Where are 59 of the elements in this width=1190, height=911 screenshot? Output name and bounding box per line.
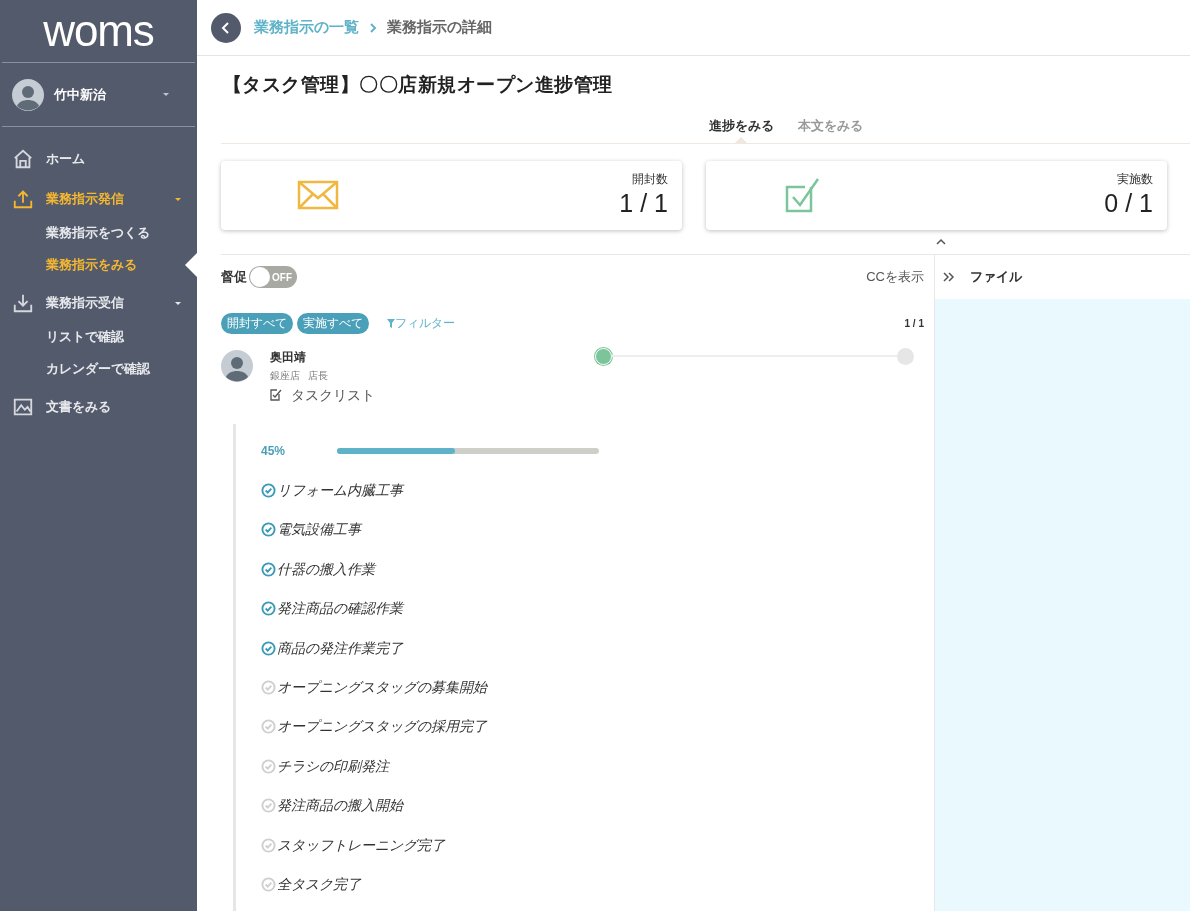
caret-icon (175, 301, 181, 305)
count: 1 / 1 (904, 316, 924, 331)
download-icon (12, 292, 34, 314)
caret-icon[interactable] (163, 93, 169, 96)
role-name: 店長 (308, 368, 328, 383)
tab[interactable]: 進捗をみる (696, 109, 786, 143)
tasklist-label: タスクリスト (291, 385, 375, 405)
task-label: リフォーム内臓工事 (277, 481, 403, 500)
task-label: オープニングスタッグの採用完了 (277, 717, 487, 737)
task-label: チラシの印刷発注 (277, 756, 389, 776)
nav-subitem[interactable]: リストで確認 (46, 327, 197, 347)
pointer-icon (185, 253, 197, 277)
task-label: 発注商品の確認作業 (277, 599, 403, 619)
nav-subitem[interactable]: 業務指示をつくる (46, 223, 197, 243)
checkbox-icon (270, 389, 282, 401)
task-label: 商品の発注作業完了 (277, 638, 403, 658)
collapse-icon[interactable] (935, 237, 947, 246)
expand-icon[interactable] (943, 271, 955, 282)
recipient-name: 奥田靖 (270, 348, 307, 366)
back-icon (221, 21, 231, 34)
page-title: 【タスク管理】〇〇店新規オープン進捗管理 (223, 73, 614, 97)
cc-link[interactable]: CCを表示 (866, 266, 924, 287)
upload-icon (12, 188, 34, 210)
task-label: 全タスク完了 (277, 874, 361, 894)
back-button[interactable] (211, 12, 241, 43)
store-name: 銀座店 (270, 368, 300, 383)
reminder-label: 督促 (221, 267, 247, 286)
task-label: 発注商品の搬入開始 (277, 796, 403, 816)
chevron-icon (369, 21, 377, 34)
image-icon (12, 396, 34, 418)
nav-item[interactable]: ホーム (0, 147, 197, 171)
tab[interactable]: 本文をみる (785, 109, 875, 143)
filter-icon (387, 318, 395, 328)
nav-item[interactable]: 業務指示発信 (0, 187, 197, 211)
filter-chip[interactable]: 開封すべて (221, 312, 293, 334)
nav-item[interactable]: 文書をみる (0, 395, 197, 419)
checkbox-icon (784, 177, 821, 213)
envelope-icon (296, 180, 339, 210)
avatar-icon (12, 78, 44, 111)
task-label: オープニングスタッグの募集開始 (277, 677, 487, 697)
home-icon (12, 148, 34, 170)
task-label: スタッフトレーニング完了 (277, 835, 445, 855)
nav-subitem[interactable]: カレンダーで確認 (46, 359, 197, 379)
stat-label: 実施数 (1117, 171, 1153, 189)
progress-text: 45% (261, 442, 287, 460)
nav-item[interactable]: 業務指示受信 (0, 291, 197, 315)
filter-chip[interactable]: 実施すべて (297, 312, 369, 334)
file-panel-title: ファイル (970, 267, 1022, 286)
logo: woms (43, 9, 154, 53)
stat-value: 1 / 1 (619, 188, 668, 220)
task-label: 電気設備工事 (277, 520, 361, 540)
task-label: 什器の搬入作業 (277, 559, 375, 579)
stat-value: 0 / 1 (1104, 188, 1153, 220)
stat-label: 開封数 (632, 171, 668, 189)
avatar-icon (221, 349, 253, 382)
caret-icon (175, 197, 181, 201)
breadcrumb-current: 業務指示の詳細 (387, 17, 492, 38)
nav-subitem[interactable]: 業務指示をみる (46, 255, 197, 275)
user-name: 竹中新治 (54, 85, 106, 104)
